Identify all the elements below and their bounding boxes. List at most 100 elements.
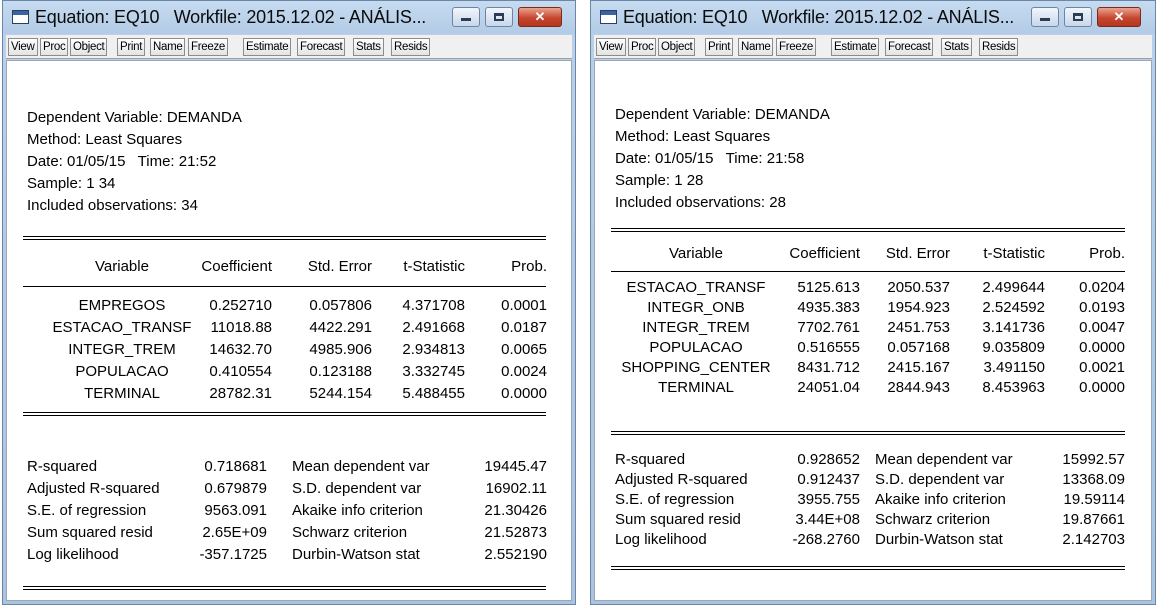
- toolbar-forecast-button[interactable]: Forecast: [297, 38, 346, 56]
- table-row-prob: 0.0021: [1079, 359, 1125, 376]
- toolbar-freeze-button[interactable]: Freeze: [776, 38, 816, 56]
- toolbar-forecast-button[interactable]: Forecast: [885, 38, 934, 56]
- table-rule: [611, 271, 1125, 272]
- table-rule-double: [23, 586, 546, 590]
- table-rule-double: [611, 566, 1125, 570]
- equation-window-right[interactable]: Equation: EQ10 Workfile: 2015.12.02 - AN…: [590, 0, 1156, 605]
- table-row-t-statistic: 3.491150: [983, 359, 1045, 376]
- toolbar-proc-button[interactable]: Proc: [628, 38, 657, 56]
- stat-value: 0.718681: [204, 458, 267, 475]
- table-row-coefficient: 0.410554: [209, 363, 272, 380]
- stat-label: Schwarz criterion: [292, 524, 408, 541]
- toolbar-freeze-button[interactable]: Freeze: [188, 38, 228, 56]
- table-row-std-error: 4985.906: [309, 341, 372, 358]
- maximize-icon: [494, 13, 504, 21]
- stat-value: 19.59114: [1063, 491, 1125, 508]
- table-row-std-error: 2050.537: [887, 279, 950, 296]
- sample-line: Sample: 1 28: [615, 172, 704, 189]
- table-row-variable: SHOPPING_CENTER: [621, 359, 771, 376]
- stat-label: Durbin-Watson stat: [875, 531, 1003, 548]
- table-rule-double: [23, 236, 546, 240]
- table-row-coefficient: 14632.70: [209, 341, 272, 358]
- toolbar-estimate-button[interactable]: Estimate: [243, 38, 292, 56]
- table-row-t-statistic: 2.934813: [402, 341, 465, 358]
- stat-value: 0.928652: [797, 451, 860, 468]
- close-button[interactable]: ✕: [1097, 7, 1141, 27]
- toolbar-resids-button[interactable]: Resids: [391, 38, 431, 56]
- stat-label: Adjusted R-squared: [27, 480, 160, 497]
- table-row-std-error: 0.057168: [887, 339, 950, 356]
- column-header-t-statistic: t-Statistic: [983, 245, 1045, 262]
- stat-value: 2.552190: [484, 546, 547, 563]
- window-title: Equation: EQ10 Workfile: 2015.12.02 - AN…: [623, 7, 1015, 27]
- equation-output[interactable]: Dependent Variable: DEMANDA Method: Leas…: [6, 60, 572, 601]
- sample-line: Sample: 1 34: [27, 175, 116, 192]
- toolbar-name-button[interactable]: Name: [150, 38, 186, 56]
- column-header-std-error: Std. Error: [307, 258, 372, 275]
- stat-label: Adjusted R-squared: [615, 471, 748, 488]
- stat-value: 15992.57: [1062, 451, 1125, 468]
- toolbar-view-button[interactable]: View: [8, 38, 38, 56]
- maximize-button[interactable]: [1064, 7, 1092, 27]
- equation-toolbar: View Proc Object Print Name Freeze Estim…: [594, 35, 1152, 59]
- title-bar[interactable]: Equation: EQ10 Workfile: 2015.12.02 - AN…: [591, 1, 1155, 34]
- title-bar[interactable]: Equation: EQ10 Workfile: 2015.12.02 - AN…: [3, 1, 575, 34]
- table-row-prob: 0.0204: [1079, 279, 1125, 296]
- table-row-t-statistic: 3.332745: [402, 363, 465, 380]
- table-row-prob: 0.0001: [501, 297, 547, 314]
- toolbar-proc-button[interactable]: Proc: [40, 38, 69, 56]
- table-row-t-statistic: 8.453963: [982, 379, 1045, 396]
- table-row-t-statistic: 3.141736: [982, 319, 1045, 336]
- maximize-button[interactable]: [485, 7, 513, 27]
- table-row-variable: INTEGR_ONB: [647, 299, 745, 316]
- stat-value: 3955.755: [797, 491, 860, 508]
- stat-value: 21.52873: [484, 524, 547, 541]
- toolbar-print-button[interactable]: Print: [705, 38, 734, 56]
- toolbar-print-button[interactable]: Print: [117, 38, 146, 56]
- close-icon: ✕: [534, 9, 546, 24]
- table-rule-double: [23, 412, 546, 416]
- toolbar-resids-button[interactable]: Resids: [979, 38, 1019, 56]
- stat-value: 16902.11: [485, 480, 547, 497]
- window-title: Equation: EQ10 Workfile: 2015.12.02 - AN…: [35, 7, 427, 27]
- table-row-variable: INTEGR_TREM: [68, 341, 176, 358]
- toolbar-view-button[interactable]: View: [596, 38, 626, 56]
- table-row-t-statistic: 9.035809: [982, 339, 1045, 356]
- date-time-line: Date: 01/05/15 Time: 21:58: [615, 150, 805, 167]
- table-row-std-error: 1954.923: [887, 299, 950, 316]
- maximize-icon: [1073, 13, 1083, 21]
- table-row-variable: INTEGR_TREM: [642, 319, 750, 336]
- table-row-t-statistic: 2.524592: [982, 299, 1045, 316]
- equation-window-left[interactable]: Equation: EQ10 Workfile: 2015.12.02 - AN…: [2, 0, 576, 605]
- table-row-t-statistic: 5.488455: [402, 385, 465, 402]
- table-row-coefficient: 28782.31: [209, 385, 272, 402]
- toolbar-name-button[interactable]: Name: [738, 38, 774, 56]
- toolbar-object-button[interactable]: Object: [658, 38, 696, 56]
- stat-label: R-squared: [27, 458, 98, 475]
- toolbar-object-button[interactable]: Object: [70, 38, 108, 56]
- table-row-coefficient: 5125.613: [797, 279, 860, 296]
- stat-value: 0.912437: [797, 471, 860, 488]
- toolbar-estimate-button[interactable]: Estimate: [831, 38, 880, 56]
- table-row-coefficient: 24051.04: [797, 379, 860, 396]
- table-row-variable: ESTACAO_TRANSF: [52, 319, 192, 336]
- toolbar-stats-button[interactable]: Stats: [353, 38, 384, 56]
- table-row-std-error: 5244.154: [309, 385, 372, 402]
- close-button[interactable]: ✕: [518, 7, 562, 27]
- stat-value: 0.679879: [204, 480, 267, 497]
- toolbar-stats-button[interactable]: Stats: [941, 38, 972, 56]
- table-row-variable: POPULACAO: [75, 363, 169, 380]
- dependent-variable-line: Dependent Variable: DEMANDA: [615, 106, 830, 123]
- method-line: Method: Least Squares: [27, 131, 183, 148]
- table-row-prob: 0.0065: [501, 341, 547, 358]
- stat-label: Sum squared resid: [27, 524, 153, 541]
- stat-label: S.E. of regression: [615, 491, 735, 508]
- stat-label: S.E. of regression: [27, 502, 147, 519]
- stat-value: -268.2760: [792, 531, 860, 548]
- minimize-button[interactable]: [452, 7, 480, 27]
- equation-output[interactable]: Dependent Variable: DEMANDA Method: Leas…: [594, 60, 1152, 601]
- close-icon: ✕: [1113, 9, 1125, 24]
- minimize-button[interactable]: [1031, 7, 1059, 27]
- table-row-prob: 0.0000: [1079, 339, 1125, 356]
- table-row-coefficient: 0.516555: [797, 339, 860, 356]
